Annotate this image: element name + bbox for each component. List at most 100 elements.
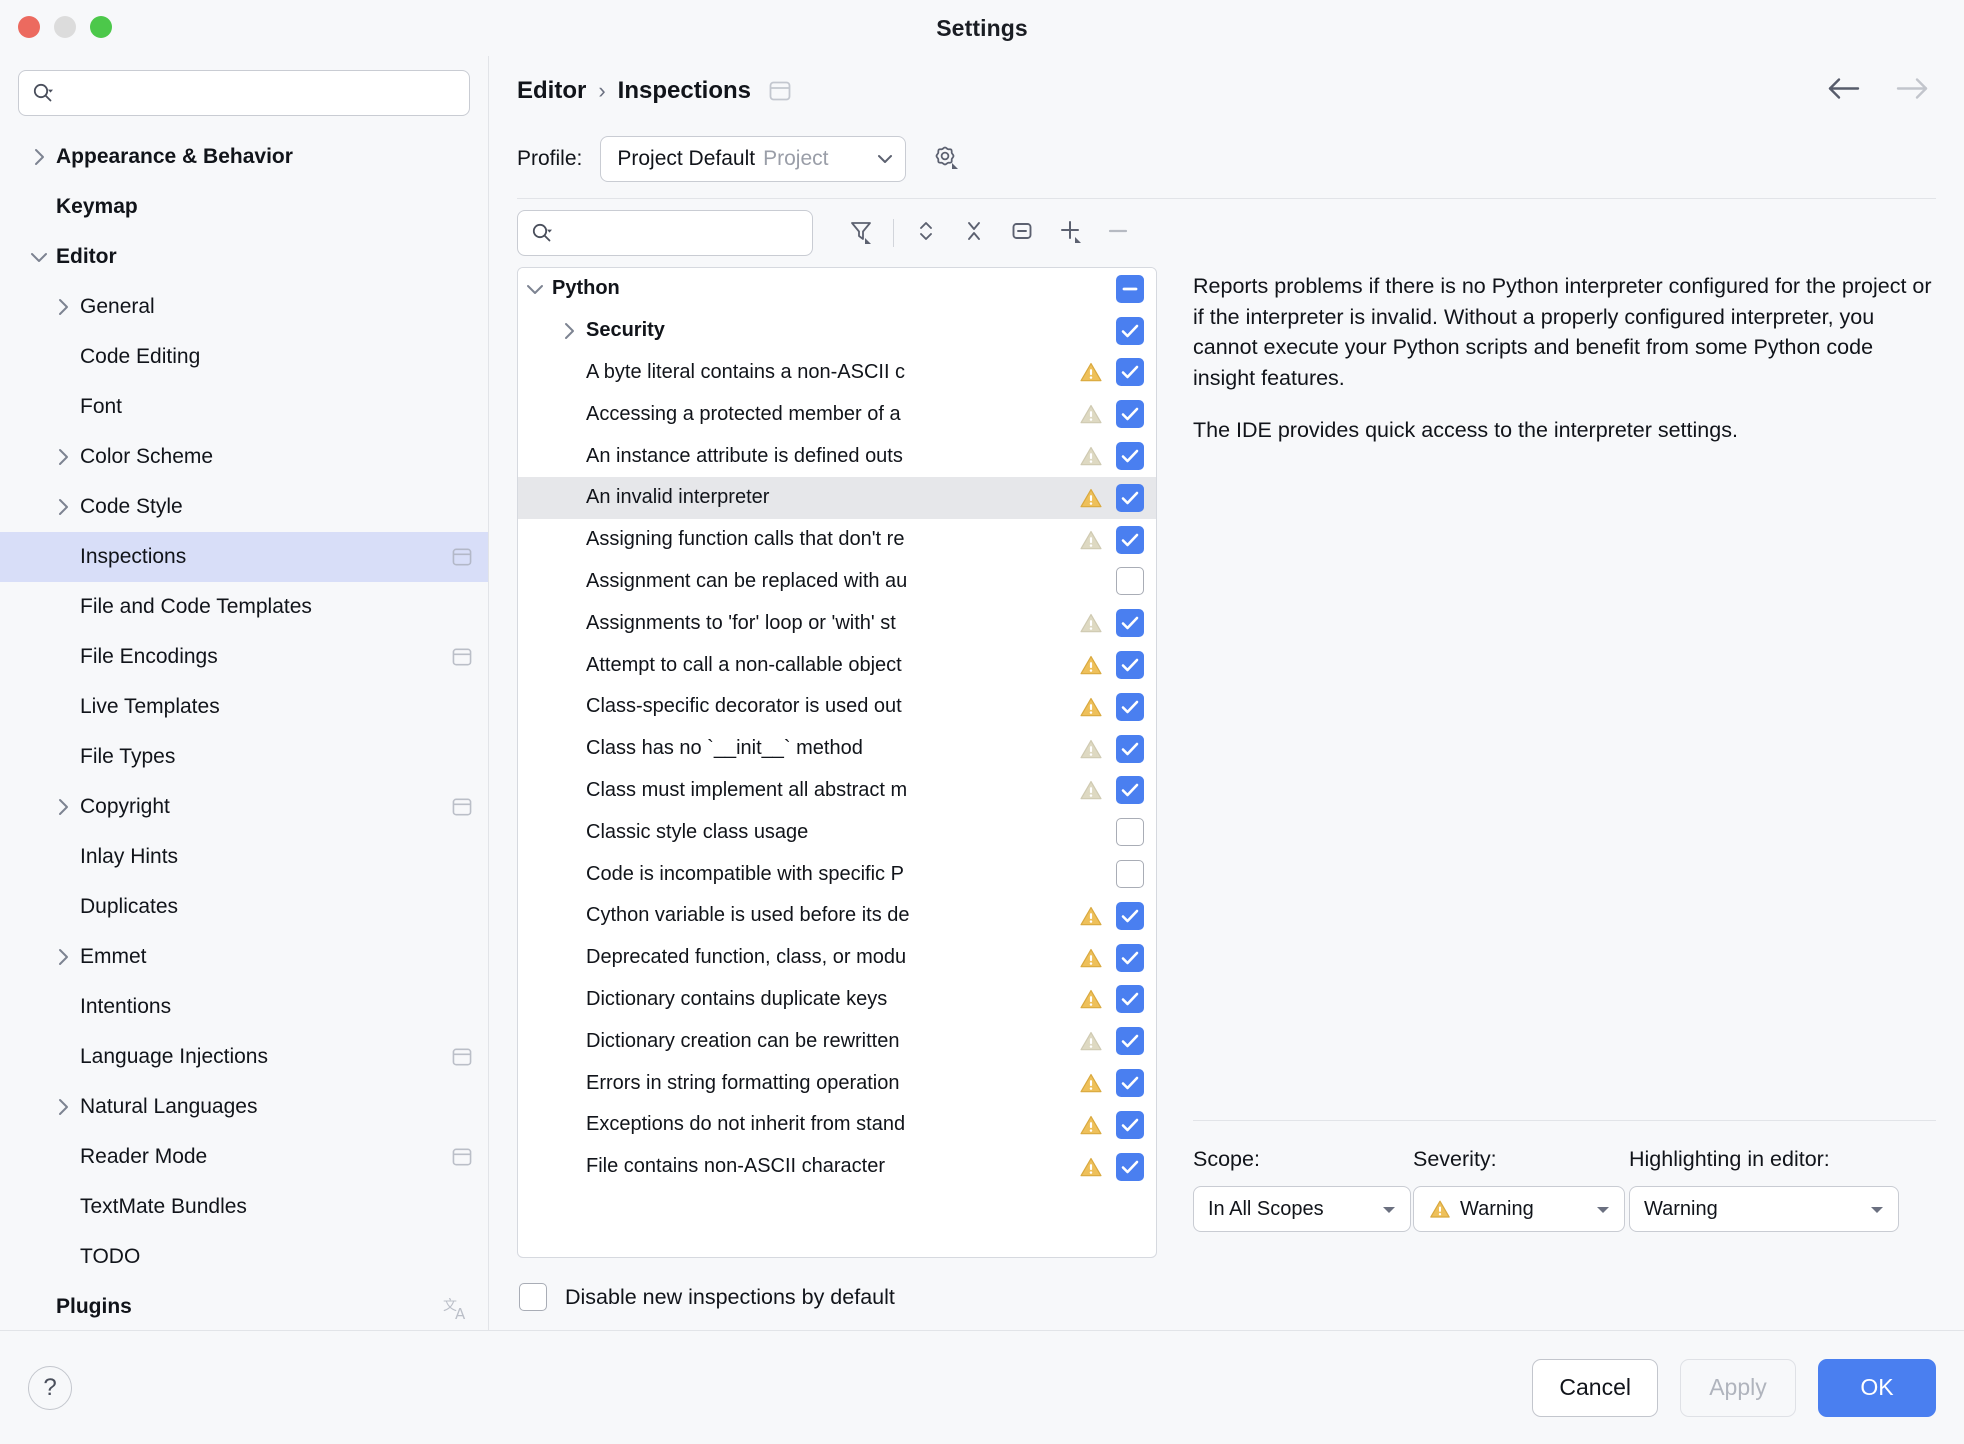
inspection-row[interactable]: Python	[518, 268, 1156, 310]
inspection-checkbox[interactable]	[1114, 1111, 1146, 1139]
chevron-right-icon[interactable]	[46, 295, 80, 319]
inspection-tree[interactable]: PythonSecurityA byte literal contains a …	[517, 267, 1157, 1258]
inspection-row[interactable]: Cython variable is used before its de	[518, 895, 1156, 937]
sidebar-item-file-and-code-templates[interactable]: File and Code Templates	[0, 582, 488, 632]
inspection-row[interactable]: File contains non-ASCII character	[518, 1146, 1156, 1188]
sidebar-search-box[interactable]	[18, 70, 470, 116]
chevron-down-icon[interactable]	[22, 245, 56, 269]
inspection-row[interactable]: Classic style class usage	[518, 811, 1156, 853]
sidebar-item-textmate-bundles[interactable]: TextMate Bundles	[0, 1182, 488, 1232]
sidebar-item-language-injections[interactable]: Language Injections	[0, 1032, 488, 1082]
inspection-checkbox[interactable]	[1114, 442, 1146, 470]
filter-button[interactable]	[837, 209, 885, 257]
close-window-button[interactable]	[18, 16, 40, 38]
inspection-checkbox[interactable]	[1114, 985, 1146, 1013]
chevron-right-icon[interactable]	[46, 495, 80, 519]
inspection-row[interactable]: An instance attribute is defined outs	[518, 435, 1156, 477]
sidebar-item-inlay-hints[interactable]: Inlay Hints	[0, 832, 488, 882]
inspection-checkbox[interactable]	[1114, 275, 1146, 303]
inspection-checkbox[interactable]	[1114, 1153, 1146, 1181]
inspection-row[interactable]: Class has no `__init__` method	[518, 728, 1156, 770]
inspection-checkbox[interactable]	[1114, 358, 1146, 386]
sidebar-item-emmet[interactable]: Emmet	[0, 932, 488, 982]
inspection-row[interactable]: Exceptions do not inherit from stand	[518, 1104, 1156, 1146]
sidebar-item-appearance-behavior[interactable]: Appearance & Behavior	[0, 132, 488, 182]
inspection-checkbox[interactable]	[1114, 944, 1146, 972]
sidebar-item-inspections[interactable]: Inspections	[0, 532, 488, 582]
chevron-right-icon[interactable]	[46, 945, 80, 969]
breadcrumb-parent[interactable]: Editor	[517, 77, 586, 105]
sidebar-item-file-types[interactable]: File Types	[0, 732, 488, 782]
inspection-checkbox[interactable]	[1114, 735, 1146, 763]
chevron-right-icon[interactable]	[46, 795, 80, 819]
sidebar-item-reader-mode[interactable]: Reader Mode	[0, 1132, 488, 1182]
sidebar-item-code-style[interactable]: Code Style	[0, 482, 488, 532]
chevron-right-icon[interactable]	[46, 1095, 80, 1119]
sidebar-item-duplicates[interactable]: Duplicates	[0, 882, 488, 932]
inspection-row[interactable]: Dictionary creation can be rewritten	[518, 1020, 1156, 1062]
inspection-checkbox[interactable]	[1114, 400, 1146, 428]
sidebar-item-editor[interactable]: Editor	[0, 232, 488, 282]
sidebar-item-live-templates[interactable]: Live Templates	[0, 682, 488, 732]
sidebar-item-intentions[interactable]: Intentions	[0, 982, 488, 1032]
inspection-row[interactable]: Security	[518, 310, 1156, 352]
inspection-row[interactable]: Errors in string formatting operation	[518, 1062, 1156, 1104]
inspection-checkbox[interactable]	[1114, 651, 1146, 679]
maximize-window-button[interactable]	[90, 16, 112, 38]
chevron-right-icon[interactable]	[22, 145, 56, 169]
back-arrow-icon[interactable]	[1826, 76, 1862, 107]
help-button[interactable]: ?	[28, 1366, 72, 1410]
inspection-checkbox[interactable]	[1114, 776, 1146, 804]
inspection-checkbox[interactable]	[1114, 526, 1146, 554]
inspection-checkbox[interactable]	[1114, 609, 1146, 637]
inspection-row[interactable]: Class must implement all abstract m	[518, 770, 1156, 812]
add-button[interactable]	[1046, 209, 1094, 257]
sidebar-item-color-scheme[interactable]: Color Scheme	[0, 432, 488, 482]
inspection-checkbox[interactable]	[1114, 860, 1146, 888]
sidebar-item-file-encodings[interactable]: File Encodings	[0, 632, 488, 682]
inspection-checkbox[interactable]	[1114, 693, 1146, 721]
disable-new-inspections-row[interactable]: Disable new inspections by default	[517, 1264, 1936, 1330]
expand-collapse-button[interactable]	[902, 209, 950, 257]
inspection-checkbox[interactable]	[1114, 567, 1146, 595]
inspection-row[interactable]: Dictionary contains duplicate keys	[518, 979, 1156, 1021]
severity-dropdown[interactable]: Warning	[1413, 1186, 1625, 1232]
inspection-row[interactable]: An invalid interpreter	[518, 477, 1156, 519]
sidebar-item-code-editing[interactable]: Code Editing	[0, 332, 488, 382]
remove-button[interactable]	[1094, 209, 1142, 257]
inspection-row[interactable]: Code is incompatible with specific P	[518, 853, 1156, 895]
profile-dropdown[interactable]: Project Default Project	[600, 136, 906, 182]
sidebar-item-copyright[interactable]: Copyright	[0, 782, 488, 832]
inspection-row[interactable]: A byte literal contains a non-ASCII c	[518, 352, 1156, 394]
chevron-down-icon[interactable]	[518, 277, 552, 301]
inspection-row[interactable]: Class-specific decorator is used out	[518, 686, 1156, 728]
cancel-button[interactable]: Cancel	[1532, 1359, 1658, 1417]
inspection-checkbox[interactable]	[1114, 317, 1146, 345]
inspection-row[interactable]: Assignments to 'for' loop or 'with' st	[518, 602, 1156, 644]
highlighting-dropdown[interactable]: Warning	[1629, 1186, 1899, 1232]
inspection-search-input[interactable]	[562, 222, 807, 244]
inspection-checkbox[interactable]	[1114, 1027, 1146, 1055]
inspection-checkbox[interactable]	[1114, 484, 1146, 512]
inspection-row[interactable]: Accessing a protected member of a	[518, 393, 1156, 435]
ok-button[interactable]: OK	[1818, 1359, 1936, 1417]
inspection-row[interactable]: Assigning function calls that don't re	[518, 519, 1156, 561]
inspection-checkbox[interactable]	[1114, 818, 1146, 846]
profile-settings-button[interactable]	[924, 138, 966, 180]
forward-arrow-icon[interactable]	[1894, 76, 1930, 107]
chevron-right-icon[interactable]	[46, 445, 80, 469]
inspection-checkbox[interactable]	[1114, 902, 1146, 930]
inspection-row[interactable]: Deprecated function, class, or modu	[518, 937, 1156, 979]
minimize-window-button[interactable]	[54, 16, 76, 38]
sidebar-item-todo[interactable]: TODO	[0, 1232, 488, 1282]
inspection-checkbox[interactable]	[1114, 1069, 1146, 1097]
sidebar-item-font[interactable]: Font	[0, 382, 488, 432]
sidebar-search-input[interactable]	[63, 82, 457, 104]
inspection-search-box[interactable]	[517, 210, 813, 256]
disable-all-button[interactable]	[998, 209, 1046, 257]
sidebar-item-natural-languages[interactable]: Natural Languages	[0, 1082, 488, 1132]
chevron-right-icon[interactable]	[552, 319, 586, 343]
inspection-row[interactable]: Assignment can be replaced with au	[518, 561, 1156, 603]
sidebar-item-keymap[interactable]: Keymap	[0, 182, 488, 232]
scope-dropdown[interactable]: In All Scopes	[1193, 1186, 1411, 1232]
